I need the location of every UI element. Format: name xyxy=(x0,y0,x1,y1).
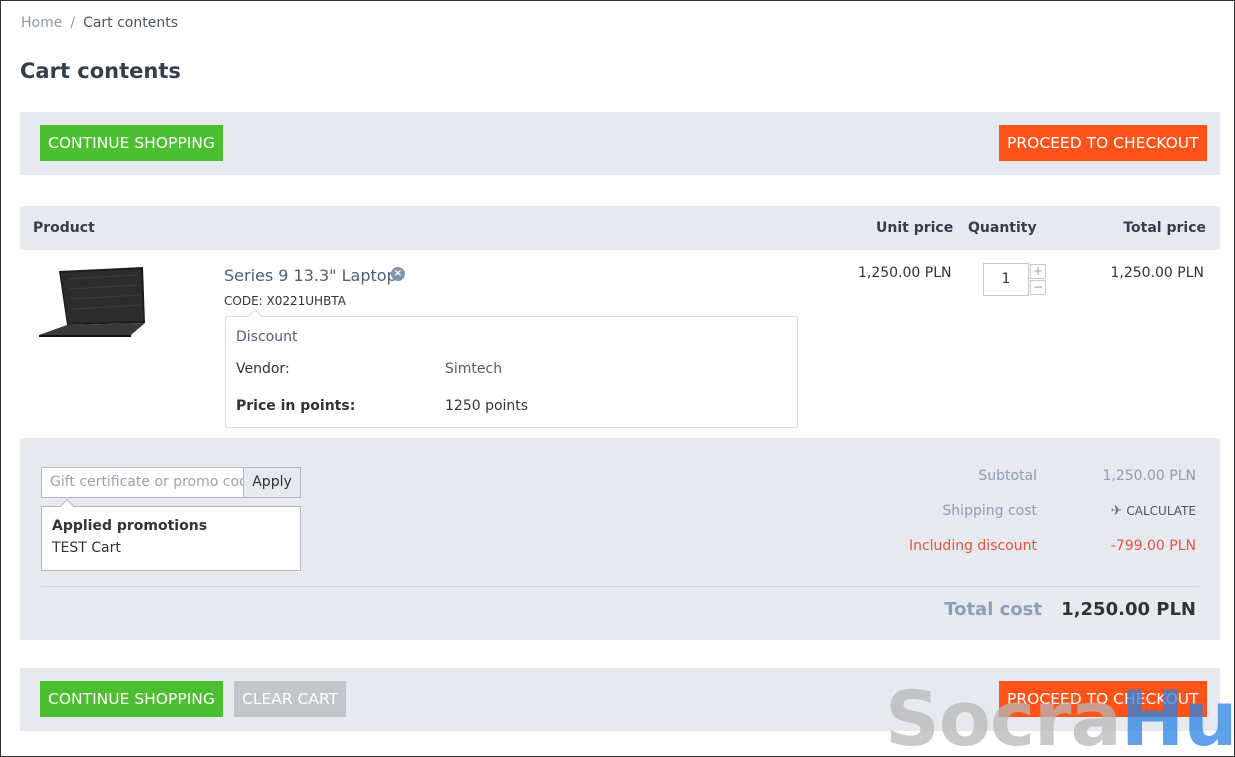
discount-option-link[interactable]: Discount xyxy=(236,329,297,345)
total-price-value: 1,250.00 PLN xyxy=(1110,265,1204,281)
page-title: Cart contents xyxy=(20,59,181,83)
points-label: Price in points: xyxy=(236,398,356,414)
proceed-to-checkout-button-top[interactable]: PROCEED TO CHECKOUT xyxy=(999,125,1207,161)
vendor-label: Vendor: xyxy=(236,361,290,377)
breadcrumb-separator: / xyxy=(70,15,76,31)
breadcrumb-home-link[interactable]: Home xyxy=(21,15,62,31)
quantity-decrease-button[interactable]: − xyxy=(1030,280,1046,295)
unit-price-value: 1,250.00 PLN xyxy=(858,265,952,281)
options-box-notch xyxy=(247,308,263,324)
watermark-part2: Hub xyxy=(1120,674,1235,757)
header-total-price: Total price xyxy=(1123,220,1206,236)
watermark-part1: Socra xyxy=(885,674,1122,757)
calculate-shipping-link[interactable]: ✈ CALCULATE xyxy=(1111,503,1196,519)
continue-shopping-button-top[interactable]: CONTINUE SHOPPING xyxy=(40,125,223,161)
calculate-label: CALCULATE xyxy=(1126,504,1196,518)
shipping-cost-label: Shipping cost xyxy=(942,503,1037,519)
header-product: Product xyxy=(33,220,95,236)
including-discount-value: -799.00 PLN xyxy=(1110,538,1196,554)
including-discount-label: Including discount xyxy=(908,538,1037,554)
breadcrumb: Home / Cart contents xyxy=(21,15,178,31)
continue-shopping-button-bottom[interactable]: CONTINUE SHOPPING xyxy=(40,681,223,717)
total-cost-label: Total cost xyxy=(944,599,1042,620)
subtotal-value: 1,250.00 PLN xyxy=(1102,468,1196,484)
product-code: CODE: X0221UHBTA xyxy=(224,294,346,308)
subtotal-label: Subtotal xyxy=(978,468,1037,484)
applied-promotion-item: TEST Cart xyxy=(52,540,121,556)
cart-table-header: Product Unit price Quantity Total price xyxy=(20,206,1220,250)
header-quantity: Quantity xyxy=(968,220,1037,236)
summary-divider xyxy=(41,586,1199,587)
socrahub-watermark-logo: SocraHub xyxy=(885,681,1235,757)
points-value: 1250 points xyxy=(445,398,529,414)
product-options-box: Discount Vendor: Simtech Price in points… xyxy=(225,308,798,428)
breadcrumb-current: Cart contents xyxy=(83,15,179,31)
total-cost-value: 1,250.00 PLN xyxy=(1061,599,1196,620)
apply-promo-button[interactable]: Apply xyxy=(243,467,301,498)
header-unit-price: Unit price xyxy=(876,220,954,236)
vendor-value-link[interactable]: Simtech xyxy=(445,361,502,377)
applied-promotions-title: Applied promotions xyxy=(52,518,208,534)
promo-code-input[interactable]: Gift certificate or promo code xyxy=(41,467,244,498)
quantity-increase-button[interactable]: + xyxy=(1030,264,1046,279)
applied-promotions-box: Applied promotions TEST Cart xyxy=(41,498,301,571)
remove-item-icon[interactable]: × xyxy=(391,267,405,281)
airplane-icon: ✈ xyxy=(1110,503,1123,519)
clear-cart-button[interactable]: CLEAR CART xyxy=(234,681,347,717)
laptop-product-image[interactable] xyxy=(37,265,147,337)
product-name-link[interactable]: Series 9 13.3" Laptop xyxy=(224,266,397,285)
quantity-input[interactable]: 1 xyxy=(983,263,1029,296)
